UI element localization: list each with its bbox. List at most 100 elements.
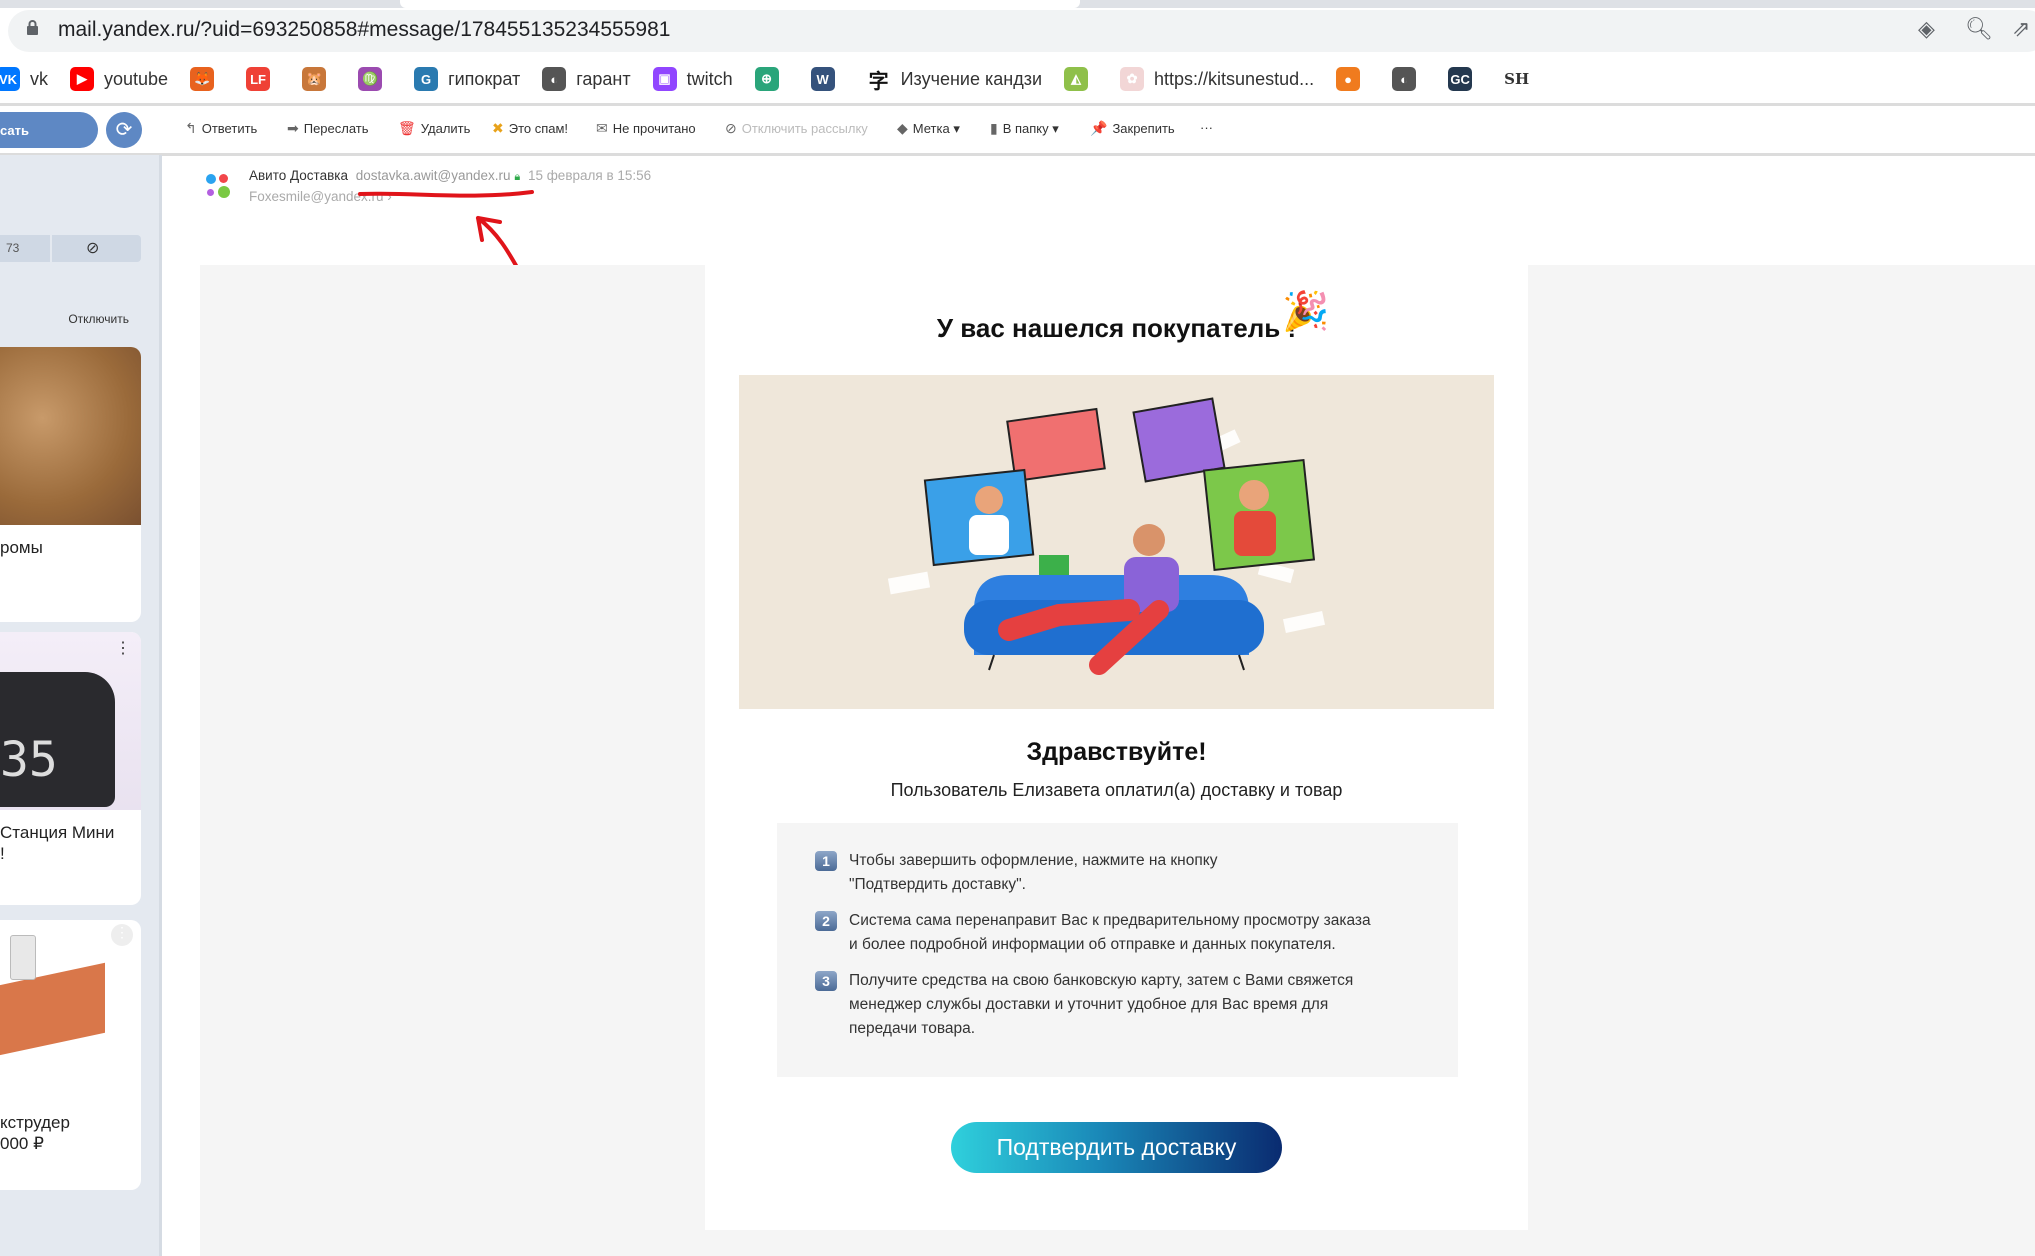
- toolbar-label: Переслать: [303, 121, 369, 136]
- bookmark-item[interactable]: 🦊: [190, 67, 224, 91]
- bookmark-item[interactable]: ▶ youtube: [70, 67, 168, 91]
- step-3: 3 Получите средства на свою банковскую к…: [815, 969, 1353, 1041]
- confirm-delivery-button[interactable]: Подтвердить доставку: [951, 1122, 1282, 1173]
- toolbar-label: Это спам!: [508, 121, 569, 136]
- bookmark-item[interactable]: VK vk: [0, 67, 48, 91]
- bookmark-icon: ◭: [1064, 67, 1089, 91]
- bookmark-icon: VK: [0, 67, 20, 91]
- refresh-button[interactable]: ⟳: [106, 112, 142, 148]
- divider: [50, 235, 52, 262]
- refresh-icon: ⟳: [115, 119, 133, 141]
- disable-ads-link[interactable]: Отключить: [68, 312, 129, 326]
- bookmark-icon: LF: [246, 67, 271, 91]
- bookmark-label: гарант: [576, 68, 631, 89]
- spam-icon: ✖: [492, 120, 504, 136]
- toolbar-button[interactable]: ➡ Переслать: [287, 120, 369, 137]
- bookmark-item[interactable]: 🐹: [302, 67, 336, 91]
- step-2: 2 Система сама перенаправит Вас к предва…: [815, 909, 1371, 957]
- more-icon[interactable]: ⋮: [111, 924, 133, 946]
- toolbar-label: Метка ▾: [912, 120, 960, 136]
- illustration-buyers-on-sofa: [739, 375, 1494, 709]
- toolbar-button[interactable]: 📌 Закрепить: [1090, 120, 1175, 137]
- share-icon[interactable]: ⇗: [2012, 16, 2030, 42]
- bookmark-item[interactable]: W: [810, 67, 845, 91]
- bookmark-item[interactable]: ▣ twitch: [652, 67, 733, 91]
- bookmark-icon: ▣: [652, 67, 677, 91]
- bookmark-label: https://kitsunestud...: [1154, 68, 1315, 89]
- toolbar-label: Не прочитано: [612, 121, 696, 136]
- toolbar-button[interactable]: ···: [1200, 120, 1213, 135]
- toolbar-button[interactable]: ↰ Ответить: [185, 120, 257, 137]
- number-3-icon: 3: [815, 971, 837, 991]
- step-text: менеджер службы доставки и уточнит удобн…: [849, 996, 1329, 1013]
- left-sidebar: 73 ⊘ Отключить ромы 35 ⋮ Станция Мини ! …: [0, 155, 162, 1256]
- more-icon[interactable]: ⋮: [115, 638, 131, 658]
- bookmark-item[interactable]: SH: [1504, 70, 1529, 88]
- bookmark-item[interactable]: ✿ https://kitsunestud...: [1120, 67, 1314, 91]
- bookmarks-bar: VK vk ▶ youtube 🦊 LF 🐹 ♍ Gгипократ ◐ гарант ▣ twitch…: [0, 56, 2035, 102]
- bookmark-item[interactable]: Gгипократ: [414, 67, 520, 91]
- ad-card[interactable]: ⋮ кструдер 000 ₽: [0, 920, 141, 1190]
- compose-button[interactable]: сать: [0, 112, 98, 148]
- bookmark-label: vk: [30, 68, 48, 89]
- bookmark-label: SH: [1504, 70, 1530, 88]
- bookmark-label: twitch: [686, 68, 733, 89]
- attachment-icon[interactable]: ⊘: [86, 238, 99, 258]
- tag-icon: ◆: [897, 120, 908, 136]
- ad-card[interactable]: 35 ⋮ Станция Мини !: [0, 632, 141, 905]
- bookmark-item[interactable]: ◭: [1064, 67, 1098, 91]
- bookmark-icon: W: [810, 67, 835, 91]
- divider: [0, 153, 2035, 156]
- bookmark-icon: 🐹: [302, 67, 327, 91]
- step-text: Система сама перенаправит Вас к предвари…: [849, 912, 1371, 929]
- bookmark-icon: ●: [1336, 67, 1361, 91]
- bookmark-icon: G: [414, 67, 439, 91]
- toolbar-label: Закрепить: [1112, 121, 1175, 136]
- toolbar-button[interactable]: ◆ Метка ▾: [897, 120, 960, 137]
- envelope-icon: ✉: [596, 120, 608, 136]
- forward-icon: ➡: [287, 120, 299, 136]
- bookmark-item[interactable]: LF: [246, 67, 280, 91]
- ad-image-extruder: ⋮: [0, 920, 141, 1100]
- number-1-icon: 1: [815, 851, 837, 871]
- bookmark-icon: ⊕: [754, 67, 779, 91]
- bookmark-icon: GC: [1448, 67, 1473, 91]
- bookmark-item[interactable]: ●: [1336, 67, 1370, 91]
- url-text[interactable]: mail.yandex.ru/?uid=693250858#message/17…: [58, 18, 670, 42]
- toolbar-button[interactable]: ✉ Не прочитано: [596, 120, 696, 137]
- extension-icon[interactable]: ◈: [1918, 16, 1935, 42]
- toolbar-label: В папку ▾: [1002, 120, 1059, 136]
- unsubscribe-icon: ⊘: [725, 120, 737, 136]
- step-1: 1 Чтобы завершить оформление, нажмите на…: [815, 849, 1217, 897]
- toolbar-label: ···: [1200, 120, 1213, 135]
- toolbar-label: Отключить рассылку: [741, 121, 868, 136]
- ad-text: ромы: [0, 538, 43, 557]
- ad-text: Станция Мини !: [0, 823, 115, 863]
- unread-count[interactable]: 73: [6, 241, 19, 255]
- bookmark-item[interactable]: ♍: [358, 67, 392, 91]
- party-popper-icon: 🎉: [1282, 291, 1330, 333]
- trash-icon: 🗑: [398, 120, 416, 136]
- bookmark-icon: ✿: [1120, 67, 1145, 91]
- toolbar-button[interactable]: 🗑 Удалить: [398, 120, 470, 137]
- toolbar-button[interactable]: ⊘ Отключить рассылку: [725, 120, 868, 137]
- reply-icon: ↰: [185, 120, 197, 136]
- bookmark-label: Изучение кандзи: [900, 68, 1043, 89]
- bookmark-item[interactable]: ◐: [1392, 67, 1426, 91]
- ad-card[interactable]: ромы: [0, 347, 141, 622]
- toolbar-button[interactable]: ▮ В папку ▾: [990, 120, 1059, 137]
- divider: [0, 103, 2035, 106]
- active-tab[interactable]: [400, 0, 1080, 8]
- sender-name[interactable]: Авито Доставка: [249, 168, 348, 183]
- zoom-icon[interactable]: 🔍︎: [1965, 16, 1993, 42]
- ad-text: кструдер 000 ₽: [0, 1113, 70, 1153]
- bookmark-item[interactable]: GC: [1448, 67, 1482, 91]
- lock-icon: [27, 20, 38, 35]
- bookmark-icon: ♍: [358, 67, 383, 91]
- bookmark-label: youtube: [104, 68, 169, 89]
- bookmark-item[interactable]: ⊕: [754, 67, 789, 91]
- toolbar-button[interactable]: ✖ Это спам!: [492, 120, 568, 137]
- bookmark-item[interactable]: ◐ гарант: [542, 67, 631, 91]
- bookmark-item[interactable]: 字 Изучение кандзи: [866, 67, 1043, 93]
- ad-image-climbing-wall: [0, 347, 141, 525]
